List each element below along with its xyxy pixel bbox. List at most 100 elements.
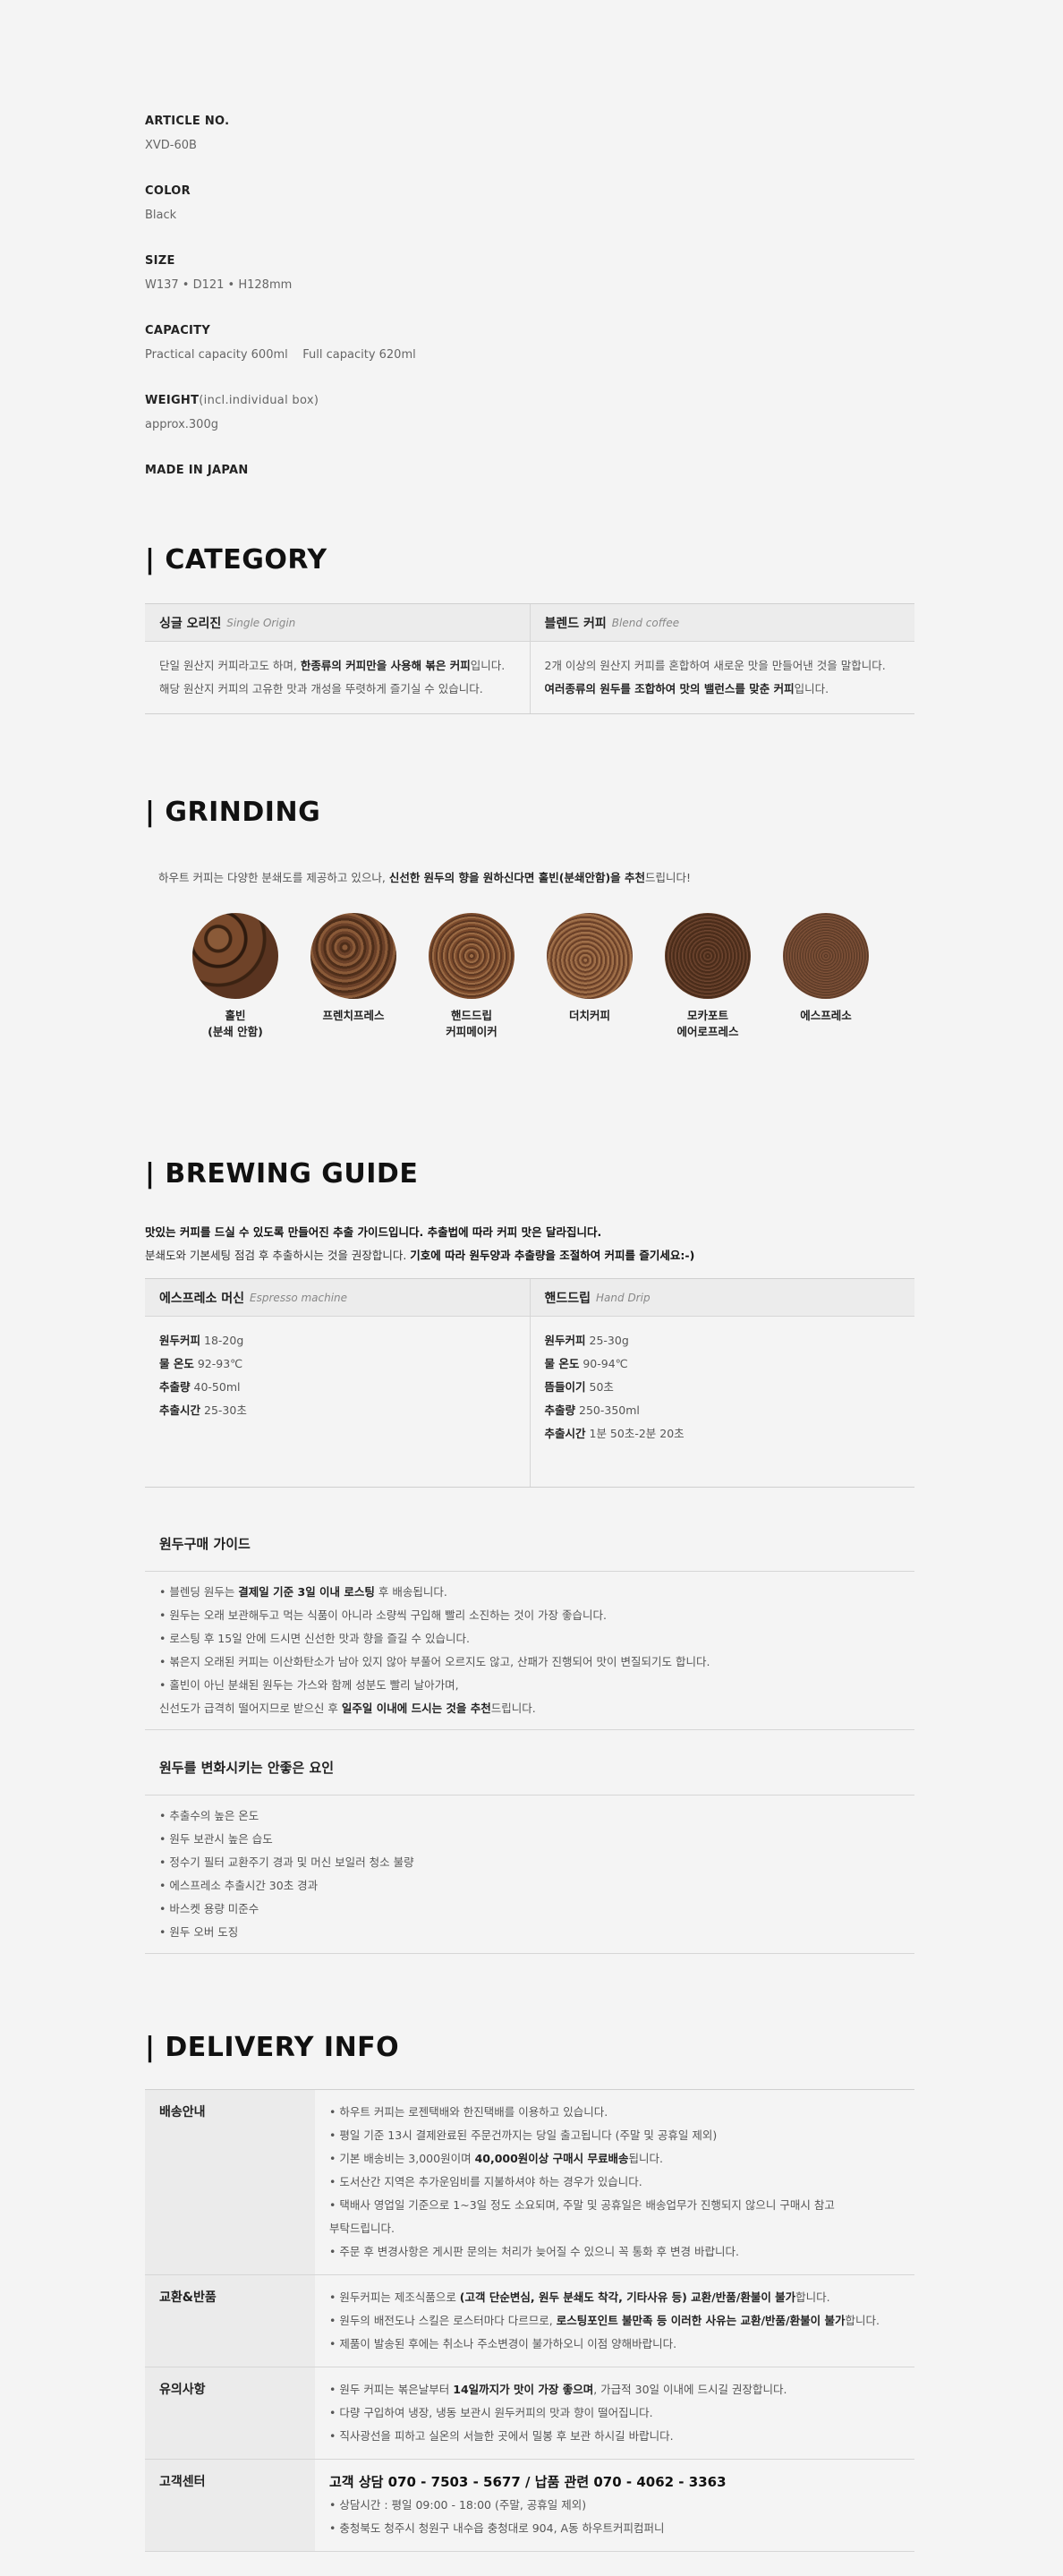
delivery-table: 배송안내 • 하우트 커피는 로젠택배와 한진택배를 이용하고 있습니다. • … xyxy=(145,2089,914,2552)
emphasis: 한종류의 커피만을 사용해 볶은 커피 xyxy=(300,659,471,672)
brew-value: 250-350ml xyxy=(579,1403,640,1417)
brewing-table-head: 에스프레소 머신 Espresso machine 핸드드립 Hand Drip xyxy=(145,1279,914,1317)
brew-row: 원두커피 18-20g xyxy=(159,1329,515,1352)
brew-row: 추출량 250-350ml xyxy=(545,1399,901,1422)
grind-espresso: 에스프레소 xyxy=(772,913,880,1024)
grind-label: 홀빈 (분쇄 안함) xyxy=(208,1009,263,1038)
spec-label: WEIGHT(incl.individual box) xyxy=(145,394,319,407)
cs-address: • 충청북도 청주시 청원구 내수읍 충청대로 904, A동 하우트커피컴퍼니 xyxy=(329,2521,665,2535)
handdrip-spec: 원두커피 25-30g 물 온도 90-94℃ 뜸들이기 50초 추출량 250… xyxy=(531,1317,915,1487)
delivery-row-label: 유의사항 xyxy=(145,2367,315,2459)
handdrip-sub: Hand Drip xyxy=(596,1291,651,1304)
brewing-table: 에스프레소 머신 Espresso machine 핸드드립 Hand Drip 원… xyxy=(145,1278,914,1488)
text: • 원두커피는 제조식품으로 xyxy=(329,2290,460,2304)
brew-row: 뜸들이기 50초 xyxy=(545,1376,901,1399)
brew-value: 50초 xyxy=(589,1380,614,1394)
cold-brew-image xyxy=(547,913,633,999)
category-table-body: 단일 원산지 커피라고도 하며, 한종류의 커피만을 사용해 볶은 커피입니다.… xyxy=(145,642,914,713)
brew-key: 원두커피 xyxy=(544,1334,586,1347)
grind-moka-pot: 모카포트 에어로프레스 xyxy=(654,913,761,1040)
brew-value: 92-93℃ xyxy=(197,1357,243,1370)
single-origin-desc: 단일 원산지 커피라고도 하며, 한종류의 커피만을 사용해 볶은 커피입니다.… xyxy=(145,642,531,713)
delivery-row-notice: 유의사항 • 원두 커피는 볶은날부터 14일까지가 맛이 가장 좋으며, 가급… xyxy=(145,2367,914,2460)
brewing-table-body: 원두커피 18-20g 물 온도 92-93℃ 추출량 40-50ml 추출시간… xyxy=(145,1317,914,1487)
text: 분쇄도와 기본세팅 점검 후 추출하시는 것을 권장합니다. xyxy=(145,1249,411,1262)
list-item: • 도서산간 지역은 추가운임비를 지불하셔야 하는 경우가 있습니다. xyxy=(329,2175,642,2188)
brew-key: 원두커피 xyxy=(159,1334,201,1347)
delivery-row-label: 배송안내 xyxy=(145,2090,315,2274)
brewing-intro: 맛있는 커피를 드실 수 있도록 만들어진 추출 가이드입니다. 추출법에 따라… xyxy=(145,1221,694,1267)
espresso-sub: Espresso machine xyxy=(250,1291,348,1304)
emphasis: 맛있는 커피를 드실 수 있도록 만들어진 추출 가이드입니다. 추출법에 따라… xyxy=(145,1225,602,1239)
intro-line: 분쇄도와 기본세팅 점검 후 추출하시는 것을 권장합니다. 기호에 따라 원두… xyxy=(145,1244,694,1267)
espresso-spec: 원두커피 18-20g 물 온도 92-93℃ 추출량 40-50ml 추출시간… xyxy=(145,1317,531,1487)
list-item: • 주문 후 변경사항은 게시판 문의는 처리가 늦어질 수 있으니 꼭 통화 … xyxy=(329,2245,739,2258)
brew-value: 1분 50초-2분 20초 xyxy=(589,1427,685,1440)
grind-cold-brew: 더치커피 xyxy=(536,913,643,1024)
spec-color: COLOR Black xyxy=(145,184,191,222)
desc-line: 2개 이상의 원산지 커피를 혼합하여 새로운 맛을 만들어낸 것을 말합니다. xyxy=(544,659,886,672)
list-item: • 다량 구입하여 냉장, 냉동 보관시 원두커피의 맛과 향이 떨어집니다. xyxy=(329,2406,653,2419)
list-item: 부탁드립니다. xyxy=(329,2222,395,2235)
brew-value: 25-30g xyxy=(589,1334,629,1347)
text: 합니다. xyxy=(795,2290,830,2304)
spec-weight: WEIGHT(incl.individual box) approx.300g xyxy=(145,394,319,431)
brew-key: 물 온도 xyxy=(159,1357,194,1370)
purchase-guide-title: 원두구매 가이드 xyxy=(159,1536,251,1552)
blend-desc: 2개 이상의 원산지 커피를 혼합하여 새로운 맛을 만들어낸 것을 말합니다.… xyxy=(531,642,915,713)
emphasis: 14일까지가 맛이 가장 좋으며 xyxy=(453,2383,594,2396)
list-item: • 추출수의 높은 온도 xyxy=(159,1809,259,1822)
spec-value: Black xyxy=(145,209,177,222)
list-item: • 홀빈이 아닌 분쇄된 원두는 가스와 함께 성분도 빨리 날아가며, xyxy=(159,1678,459,1692)
list-item: • 택배사 영업일 기준으로 1~3일 정도 소요되며, 주말 및 공휴일은 배… xyxy=(329,2198,835,2212)
spec-label-sub: (incl.individual box) xyxy=(199,394,319,407)
brew-key: 물 온도 xyxy=(544,1357,580,1370)
brew-row: 추출시간 1분 50초-2분 20초 xyxy=(545,1422,901,1446)
intro-line: 맛있는 커피를 드실 수 있도록 만들어진 추출 가이드입니다. 추출법에 따라… xyxy=(145,1221,694,1244)
cs-hours: • 상담시간 : 평일 09:00 - 18:00 (주말, 공휴일 제외) xyxy=(329,2498,587,2512)
purchase-guide-list: • 블렌딩 원두는 결제일 기준 3일 이내 로스팅 후 배송됩니다. • 원두… xyxy=(145,1571,914,1730)
brew-value: 90-94℃ xyxy=(583,1357,628,1370)
spec-label: MADE IN JAPAN xyxy=(145,464,249,477)
grinding-title: | GRINDING xyxy=(145,797,321,828)
text: • 블렌딩 원두는 xyxy=(159,1585,239,1599)
brew-row: 추출시간 25-30초 xyxy=(159,1399,515,1422)
emphasis: 결제일 기준 3일 이내 로스팅 xyxy=(238,1585,375,1599)
category-head-single: 싱글 오리진 Single Origin xyxy=(145,604,531,641)
grind-label: 핸드드립 커피메이커 xyxy=(446,1009,497,1038)
list-item: • 직사광선을 피하고 실온의 서늘한 곳에서 밀봉 후 보관 하시길 바랍니다… xyxy=(329,2429,674,2443)
brew-row: 물 온도 92-93℃ xyxy=(159,1352,515,1376)
single-origin-title: 싱글 오리진 xyxy=(159,616,222,631)
list-item: • 정수기 필터 교환주기 경과 및 머신 보일러 청소 불량 xyxy=(159,1855,414,1869)
category-head-blend: 블렌드 커피 Blend coffee xyxy=(531,604,915,641)
emphasis: 신선한 원두의 향을 원하신다면 홀빈(분쇄안함)을 추천 xyxy=(388,871,646,884)
brew-key: 추출시간 xyxy=(159,1403,201,1417)
grind-hand-drip: 핸드드립 커피메이커 xyxy=(418,913,525,1040)
brew-key: 추출량 xyxy=(544,1403,576,1417)
delivery-row-label: 교환&반품 xyxy=(145,2275,315,2367)
text: 하우트 커피는 다양한 분쇄도를 제공하고 있으나, xyxy=(158,871,389,884)
bad-factors-list: • 추출수의 높은 온도 • 원두 보관시 높은 습도 • 정수기 필터 교환주… xyxy=(145,1795,914,1954)
delivery-row-content: • 하우트 커피는 로젠택배와 한진택배를 이용하고 있습니다. • 평일 기준… xyxy=(315,2090,914,2274)
grind-whole-bean: 홀빈 (분쇄 안함) xyxy=(182,913,289,1040)
spec-value: Practical capacity 600ml Full capacity 6… xyxy=(145,348,416,362)
list-item: • 바스켓 용량 미준수 xyxy=(159,1902,259,1915)
category-table: 싱글 오리진 Single Origin 블렌드 커피 Blend coffee 단… xyxy=(145,603,914,714)
brew-key: 뜸들이기 xyxy=(544,1380,586,1394)
list-item: • 하우트 커피는 로젠택배와 한진택배를 이용하고 있습니다. xyxy=(329,2105,608,2119)
brewing-title: | BREWING GUIDE xyxy=(145,1158,419,1190)
spec-label: SIZE xyxy=(145,254,175,268)
hand-drip-image xyxy=(429,913,514,999)
product-detail-page: ARTICLE NO. XVD-60B COLOR Black SIZE W13… xyxy=(0,0,1063,2576)
list-item: • 기본 배송비는 3,000원이며 40,000원이상 구매시 무료배송됩니다… xyxy=(329,2147,900,2171)
spec-origin: MADE IN JAPAN xyxy=(145,464,249,477)
brew-value: 40-50ml xyxy=(193,1380,241,1394)
list-item: • 원두의 배전도나 스킬은 로스터마다 다르므로, 로스팅포인트 불만족 등 … xyxy=(329,2309,900,2333)
delivery-row-return: 교환&반품 • 원두커피는 제조식품으로 (고객 단순변심, 원두 분쇄도 착각… xyxy=(145,2275,914,2367)
text: , 가급적 30일 이내에 드시길 권장합니다. xyxy=(593,2383,787,2396)
delivery-row-content: • 원두커피는 제조식품으로 (고객 단순변심, 원두 분쇄도 착각, 기타사유… xyxy=(315,2275,914,2367)
delivery-row-shipping: 배송안내 • 하우트 커피는 로젠택배와 한진택배를 이용하고 있습니다. • … xyxy=(145,2090,914,2275)
emphasis: 40,000원이상 구매시 무료배송 xyxy=(474,2152,629,2165)
list-item: • 원두커피는 제조식품으로 (고객 단순변심, 원두 분쇄도 착각, 기타사유… xyxy=(329,2286,900,2309)
spec-label: CAPACITY xyxy=(145,324,211,337)
